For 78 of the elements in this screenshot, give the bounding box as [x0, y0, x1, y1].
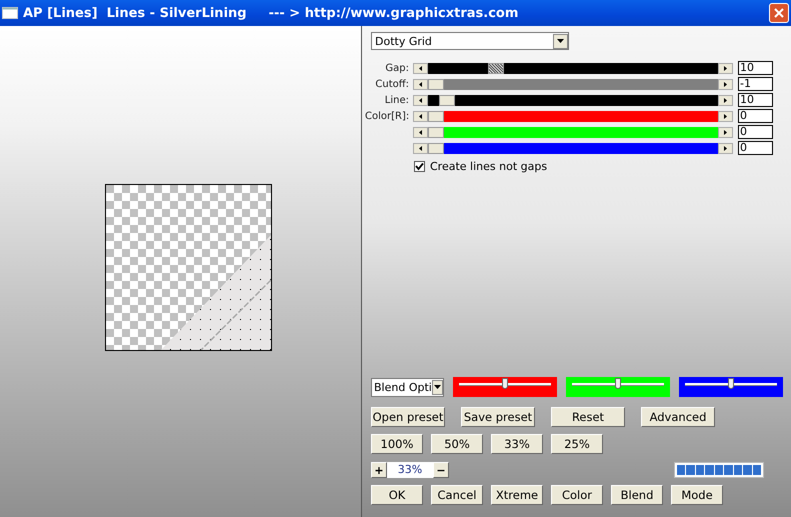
- zoom-out-button[interactable]: −: [433, 462, 449, 478]
- value-field[interactable]: 0: [738, 109, 773, 123]
- scroll-left-button[interactable]: [413, 110, 428, 122]
- dialog-button[interactable]: OK: [371, 485, 423, 505]
- right-arrow-icon: [724, 114, 728, 118]
- value-field[interactable]: 0: [738, 141, 773, 155]
- left-arrow-icon: [418, 66, 422, 70]
- close-button[interactable]: [769, 3, 789, 23]
- preset-dropdown[interactable]: Dotty Grid: [371, 32, 569, 50]
- zoom-button[interactable]: 100%: [371, 434, 423, 454]
- slider-thumb[interactable]: [488, 62, 504, 74]
- value-field[interactable]: 10: [738, 93, 773, 107]
- scroll-left-button[interactable]: [413, 62, 428, 74]
- window-title: AP [Lines] Lines - SilverLining: [23, 6, 247, 20]
- slider-thumb[interactable]: [428, 142, 444, 154]
- zoom-in-button[interactable]: +: [371, 462, 387, 478]
- left-arrow-icon: [418, 130, 422, 134]
- slider-label: Line:: [384, 94, 409, 106]
- color-slider[interactable]: [566, 377, 670, 397]
- slider-label: Gap:: [385, 62, 409, 74]
- slider-label: Cutoff:: [375, 78, 409, 90]
- scrollbar-slider[interactable]: [413, 62, 733, 74]
- window-subtitle: --- > http://www.graphicxtras.com: [268, 6, 518, 20]
- zoom-button[interactable]: 33%: [491, 434, 543, 454]
- dialog-button[interactable]: Blend: [611, 485, 663, 505]
- dialog-button[interactable]: Xtreme: [491, 485, 543, 505]
- left-arrow-icon: [418, 98, 422, 102]
- scroll-right-button[interactable]: [718, 126, 733, 138]
- checkbox[interactable]: [414, 161, 425, 172]
- zoom-button[interactable]: 25%: [551, 434, 603, 454]
- scroll-right-button[interactable]: [718, 78, 733, 90]
- right-arrow-icon: [724, 146, 728, 150]
- dialog-button[interactable]: Color: [551, 485, 603, 505]
- slider-label: Color[R]:: [365, 110, 410, 122]
- scroll-right-button[interactable]: [718, 142, 733, 154]
- blend-dropdown[interactable]: Blend Opti: [371, 378, 444, 396]
- color-slider[interactable]: [453, 377, 557, 397]
- left-arrow-icon: [418, 146, 422, 150]
- zoom-button[interactable]: 50%: [431, 434, 483, 454]
- value-field[interactable]: 10: [738, 61, 773, 75]
- dialog-button[interactable]: Cancel: [431, 485, 483, 505]
- left-arrow-icon: [418, 82, 422, 86]
- slider-thumb[interactable]: [502, 378, 508, 389]
- preset-button[interactable]: Save preset: [461, 407, 535, 427]
- scrollbar-slider[interactable]: [413, 142, 733, 154]
- scroll-left-button[interactable]: [413, 94, 428, 106]
- close-icon: [773, 7, 785, 19]
- scrollbar-slider[interactable]: [413, 110, 733, 122]
- checkbox-label: Create lines not gaps: [430, 160, 548, 173]
- right-arrow-icon: [724, 130, 728, 134]
- slider-thumb[interactable]: [728, 378, 734, 389]
- slider-thumb[interactable]: [428, 110, 444, 122]
- right-arrow-icon: [724, 98, 728, 102]
- right-arrow-icon: [724, 82, 728, 86]
- slider-thumb[interactable]: [615, 378, 621, 389]
- scrollbar-slider[interactable]: [413, 94, 733, 106]
- scroll-left-button[interactable]: [413, 126, 428, 138]
- dialog-button[interactable]: Mode: [671, 485, 723, 505]
- right-arrow-icon: [724, 66, 728, 70]
- scroll-right-button[interactable]: [718, 94, 733, 106]
- preset-button[interactable]: Open preset: [371, 407, 445, 427]
- slider-thumb[interactable]: [428, 126, 444, 138]
- left-arrow-icon: [418, 114, 422, 118]
- scrollbar-slider[interactable]: [413, 78, 733, 90]
- slider-thumb[interactable]: [438, 94, 455, 106]
- value-field[interactable]: 0: [738, 125, 773, 139]
- window-icon: [2, 7, 18, 19]
- scroll-left-button[interactable]: [413, 142, 428, 154]
- slider-thumb[interactable]: [428, 78, 444, 90]
- color-slider[interactable]: [679, 377, 783, 397]
- value-field[interactable]: -1: [738, 77, 773, 91]
- preset-button[interactable]: Advanced: [641, 407, 715, 427]
- scroll-left-button[interactable]: [413, 78, 428, 90]
- zoom-field[interactable]: 33%: [387, 462, 433, 478]
- preset-button[interactable]: Reset: [551, 407, 625, 427]
- scroll-right-button[interactable]: [718, 62, 733, 74]
- scrollbar-slider[interactable]: [413, 126, 733, 138]
- scroll-right-button[interactable]: [718, 110, 733, 122]
